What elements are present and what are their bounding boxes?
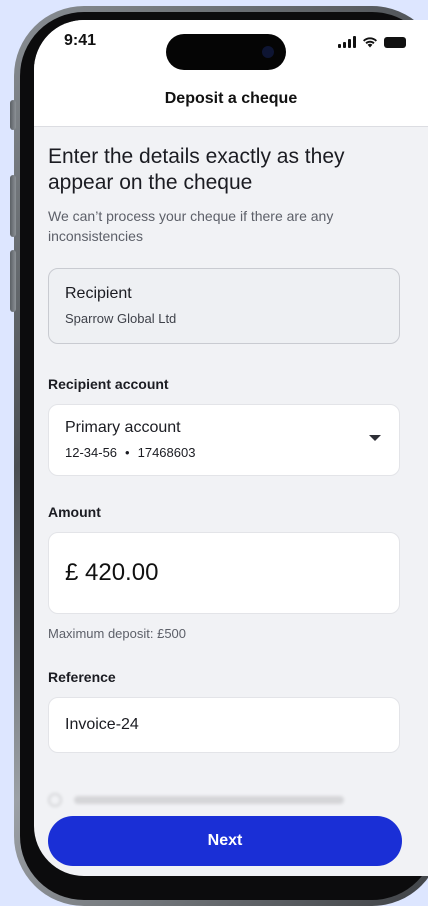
separator-dot: • [125,445,130,460]
camera-icon [262,46,274,58]
side-button-volume-down [10,250,16,312]
reference-input[interactable]: Invoice-24 [48,697,400,753]
recipient-value: Sparrow Global Ltd [65,311,177,326]
obscured-text [74,796,344,804]
status-icons [338,36,406,48]
battery-icon [384,36,406,48]
recipient-field: Recipient Sparrow Global Ltd [48,268,400,344]
sort-code: 12-34-56 [65,445,118,460]
account-name: Primary account [65,419,181,436]
amount-label: Amount [48,504,101,520]
form-content: Enter the details exactly as they appear… [48,126,428,753]
account-number: 17468603 [137,445,196,460]
next-button[interactable]: Next [48,816,402,866]
app-screen: 9:41 Deposit a cheque Enter the details … [34,20,428,876]
amount-helper-text: Maximum deposit: £500 [48,626,187,641]
account-details: 12-34-56 • 17468603 [65,445,383,460]
side-button-volume-up [10,175,16,237]
navigation-header: Deposit a cheque [34,72,428,127]
page-title: Deposit a cheque [164,90,298,107]
status-bar: 9:41 [34,20,428,72]
checkbox-icon [48,793,62,807]
form-heading: Enter the details exactly as they appear… [48,145,345,194]
recipient-label: Recipient [65,285,132,302]
side-button-action [10,100,16,130]
recipient-account-select[interactable]: Primary account 12-34-56 • 17468603 [48,404,400,476]
form-subtext: We can’t process your cheque if there ar… [48,208,334,244]
cellular-signal-icon [338,36,356,48]
status-time: 9:41 [64,32,97,49]
amount-input[interactable]: £ 420.00 [48,532,400,614]
chevron-down-icon [369,435,381,441]
wifi-icon [363,37,377,48]
dynamic-island [166,34,286,70]
obscured-checkbox-row [48,793,344,807]
recipient-account-label: Recipient account [48,376,169,392]
reference-label: Reference [48,669,116,685]
